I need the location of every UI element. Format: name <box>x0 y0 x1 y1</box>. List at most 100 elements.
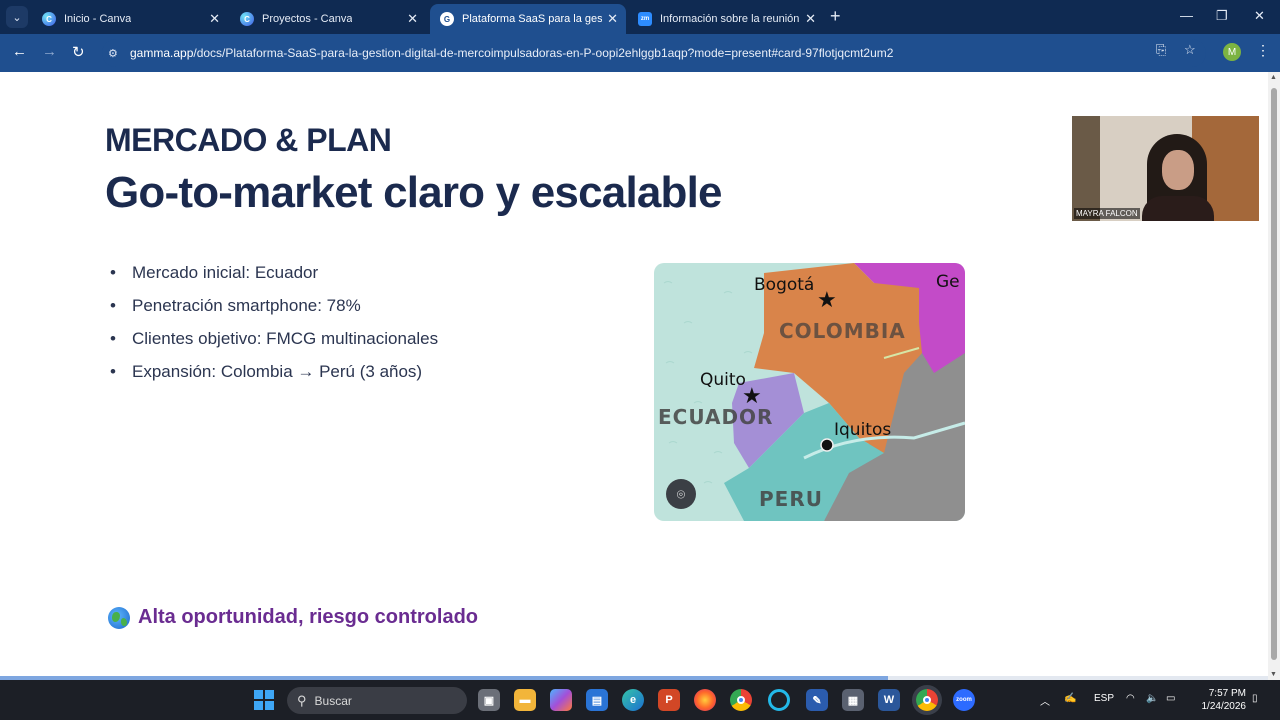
bullet-list: Mercado inicial: Ecuador Penetración sma… <box>110 262 438 394</box>
search-icon: ⚲ <box>297 692 307 708</box>
file-explorer-button[interactable]: ▬ <box>514 689 536 711</box>
sketch-app-button[interactable]: ✎ <box>806 689 828 711</box>
firefox-button[interactable] <box>694 689 716 711</box>
tab-plataforma-saas[interactable]: G Plataforma SaaS para la gestión ✕ <box>430 4 626 34</box>
bookmark-button[interactable]: ☆ <box>1184 42 1196 58</box>
task-view-button[interactable]: ▣ <box>478 689 500 711</box>
close-icon[interactable]: ✕ <box>607 11 618 27</box>
back-button[interactable]: ← <box>12 43 27 60</box>
tab-title: Inicio - Canva <box>64 13 132 25</box>
folder-icon: ▬ <box>519 694 531 706</box>
address-bar[interactable]: ⚙ gamma.app/docs/Plataforma-SaaS-para-la… <box>102 39 1206 67</box>
windows-taskbar: ⚲ Buscar ▣ ▬ ▤ e P ✎ ▦ W zoom ︿ ✍ ESP ◠ … <box>0 680 1280 720</box>
participant-name: MAYRA FALCON <box>1074 208 1140 219</box>
restore-icon: ❐ <box>1216 8 1228 23</box>
plus-icon: + <box>830 6 841 26</box>
map-label-colombia: COLOMBIA <box>779 319 906 343</box>
restore-button[interactable]: ❐ <box>1216 8 1228 24</box>
calculator-button[interactable]: ▦ <box>842 689 864 711</box>
forward-button[interactable]: → <box>42 43 57 60</box>
edge-icon: e <box>629 694 637 706</box>
new-tab-button[interactable]: + <box>830 6 841 27</box>
tab-zoom-meeting[interactable]: zm Información sobre la reunión - ✕ <box>628 4 824 34</box>
powerpoint-button[interactable]: P <box>658 689 680 711</box>
map-graphic: ★ ★ <box>654 263 965 521</box>
battery-icon[interactable]: ▭ <box>1166 693 1175 704</box>
url-text[interactable]: gamma.app/docs/Plataforma-SaaS-para-la-g… <box>130 46 893 60</box>
list-item: Mercado inicial: Ecuador <box>110 262 438 295</box>
edge-button[interactable]: e <box>622 689 644 711</box>
profile-avatar[interactable]: M <box>1223 43 1241 61</box>
cortana-button[interactable] <box>768 689 790 711</box>
url-host: gamma.app <box>130 46 194 60</box>
participant-body <box>1142 196 1214 221</box>
more-vertical-icon: ⋮ <box>1256 42 1270 58</box>
close-icon: ✕ <box>1254 8 1265 23</box>
canva-icon: C <box>42 12 56 26</box>
store-button[interactable]: ▤ <box>586 689 608 711</box>
volume-icon[interactable]: 🔈 <box>1146 693 1158 704</box>
browser-menu-button[interactable]: ⋮ <box>1256 42 1270 59</box>
globe-icon <box>108 606 130 629</box>
scrollbar-thumb[interactable] <box>1271 88 1277 660</box>
browser-tab-strip: ⌄ C Inicio - Canva ✕ C Proyectos - Canva… <box>0 0 1280 34</box>
chevron-up-icon: ︿ <box>1040 697 1050 708</box>
store-icon: ▤ <box>591 694 603 707</box>
minimize-button[interactable]: — <box>1180 8 1193 23</box>
wifi-icon[interactable]: ◠ <box>1126 693 1135 704</box>
callout-text: Alta oportunidad, riesgo controlado <box>138 606 478 628</box>
callout: Alta oportunidad, riesgo controlado <box>108 606 478 629</box>
tab-title: Información sobre la reunión - <box>660 13 800 25</box>
map-label-ge: Ge <box>936 272 960 292</box>
zoom-icon: zoom <box>956 697 972 703</box>
south-america-map-image: ★ ★ Bogotá Ge COLOMBIA Quito ECUADOR Iqu… <box>654 263 965 521</box>
chrome-button[interactable] <box>730 689 752 711</box>
clock-date: 1/24/2026 <box>1201 701 1247 712</box>
site-info-icon[interactable]: ⚙ <box>108 47 126 60</box>
language-indicator[interactable]: ESP <box>1094 693 1114 704</box>
tab-search-button[interactable]: ⌄ <box>6 6 28 28</box>
start-button[interactable] <box>253 689 275 711</box>
pen-menu-button[interactable]: ✍ <box>1064 693 1076 704</box>
word-button[interactable]: W <box>878 689 900 711</box>
chrome-profile-button[interactable] <box>916 689 938 711</box>
tab-title: Proyectos - Canva <box>262 13 353 25</box>
close-icon[interactable]: ✕ <box>805 11 816 27</box>
close-window-button[interactable]: ✕ <box>1254 8 1265 24</box>
close-icon[interactable]: ✕ <box>209 11 220 27</box>
list-item: Clientes objetivo: FMCG multinacionales <box>110 328 438 361</box>
map-label-peru: PERU <box>759 487 823 511</box>
notification-button[interactable]: ▯ <box>1252 693 1258 704</box>
tab-title: Plataforma SaaS para la gestión <box>462 13 602 25</box>
url-path: /docs/Plataforma-SaaS-para-la-gestion-di… <box>193 46 894 60</box>
reload-button[interactable]: ↻ <box>72 43 85 61</box>
map-label-iquitos: Iquitos <box>834 420 892 440</box>
calculator-icon: ▦ <box>847 694 859 707</box>
scroll-up-icon[interactable]: ▲ <box>1270 74 1277 81</box>
chrome-icon <box>737 696 745 704</box>
task-view-icon: ▣ <box>483 694 495 707</box>
arrow-right-icon: → <box>42 43 57 60</box>
svg-text:★: ★ <box>817 287 837 312</box>
pen-icon: ✎ <box>812 694 822 707</box>
arrow-left-icon: ← <box>12 43 27 60</box>
tab-inicio-canva[interactable]: C Inicio - Canva ✕ <box>32 4 228 34</box>
map-label-ecuador: ECUADOR <box>658 405 774 429</box>
video-background <box>1072 116 1100 221</box>
chevron-down-icon: ⌄ <box>12 11 22 24</box>
copilot-button[interactable] <box>550 689 572 711</box>
taskbar-search[interactable]: ⚲ Buscar <box>287 687 467 714</box>
list-item: Expansión: Colombia → Perú (3 años) <box>110 361 438 394</box>
tab-proyectos-canva[interactable]: C Proyectos - Canva ✕ <box>230 4 426 34</box>
zoom-button[interactable]: zoom <box>953 689 975 711</box>
install-app-button[interactable]: ⎘ <box>1156 42 1166 58</box>
scroll-down-icon[interactable]: ▼ <box>1270 671 1277 678</box>
visual-search-button[interactable]: ⌾ <box>666 479 696 509</box>
taskbar-clock[interactable]: 7:57 PM 1/24/2026 <box>1190 687 1247 713</box>
participant-video-tile[interactable]: MAYRA FALCON <box>1072 116 1259 221</box>
show-hidden-icons-button[interactable]: ︿ <box>1040 693 1050 708</box>
close-icon[interactable]: ✕ <box>407 11 418 27</box>
reload-icon: ↻ <box>72 44 85 61</box>
vertical-scrollbar[interactable]: ▲ ▼ <box>1268 72 1280 680</box>
search-label: Buscar <box>314 693 352 708</box>
